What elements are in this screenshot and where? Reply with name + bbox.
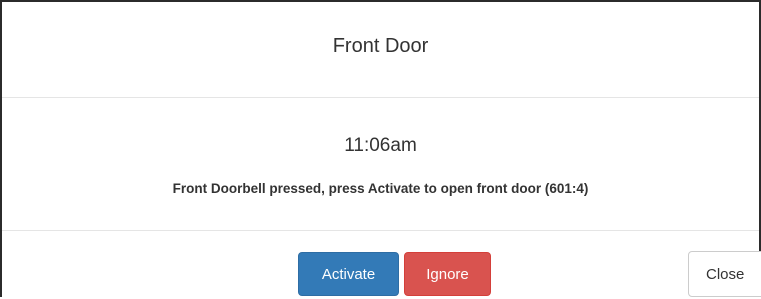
dialog-title: Front Door: [332, 35, 429, 57]
dialog-footer: Activate Ignore Close: [2, 231, 761, 299]
event-time: 11:06am: [344, 135, 417, 156]
notification-dialog: Front Door 11:06am Front Doorbell presse…: [0, 0, 761, 297]
dialog-body: 11:06am Front Doorbell pressed, press Ac…: [2, 98, 759, 231]
close-button[interactable]: Close: [688, 251, 761, 297]
ignore-button[interactable]: Ignore: [404, 252, 491, 296]
activate-button[interactable]: Activate: [298, 252, 399, 296]
dialog-header: Front Door: [2, 2, 759, 98]
event-message: Front Doorbell pressed, press Activate t…: [172, 181, 589, 196]
